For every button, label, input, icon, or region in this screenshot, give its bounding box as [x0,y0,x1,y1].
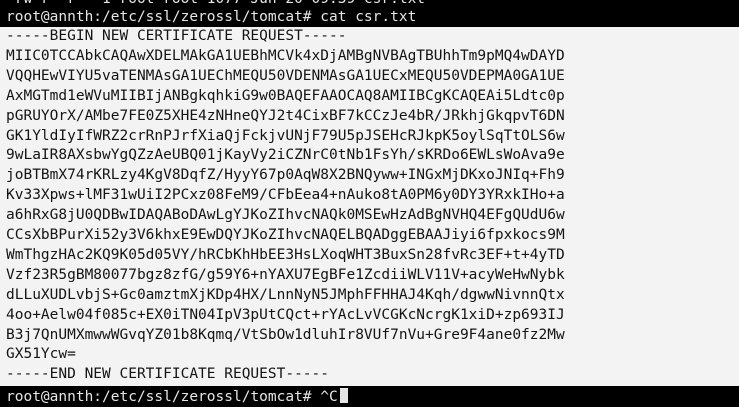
csr-line: WmThgzHAc2KQ9K05d05VY/hRCbKhHbEE3HsLXoqW… [6,246,565,263]
csr-line: dLLuXUDLvbjS+Gc0amztmXjKDp4HX/LnnNyN5JMp… [6,286,565,303]
csr-line: CCsXbBPurXi52y3V6khxE9EwDQYJKoZIhvcNAQEL… [6,227,565,243]
csr-line: -----BEGIN NEW CERTIFICATE REQUEST----- [6,28,347,44]
csr-line: Kv33Xpws+lMF31wUiI2PCxz08FeM9/CFbEea4+nA… [6,187,565,204]
text-cursor [339,388,348,403]
csr-line: VQQHEwVIYU5vaTENMAsGA1UEChMEQU50VDENMAsG… [6,67,565,84]
prompt-text: root@annth:/etc/ssl/zerossl/tomcat# ^C [6,389,338,405]
csr-line: 9wLaIR8AXsbwYgQZzAeUBQ01jKayVy2iCZNrC0tN… [6,147,565,164]
terminal-window[interactable]: -rw-r--r-- 1 root root 1077 Jun 20 09:39… [0,0,739,407]
csr-line: GK1YldIyIfWRZ2crRnPJrfXiaQjFckjvUNjF79U5… [6,127,565,144]
command-prompt-line-current[interactable]: root@annth:/etc/ssl/zerossl/tomcat# ^C [6,388,348,407]
csr-line: a6hRxG8jU0QDBwIDAQABoDAwLgYJKoZIhvcNAQk0… [6,207,565,224]
csr-line: -----END NEW CERTIFICATE REQUEST----- [6,366,330,383]
csr-line: 4oo+Aelw04f085c+EX0iTN04IpV3pUtCQct+rYAc… [6,306,565,323]
csr-line: joBTBmX74rKRLzy4KgV8DqfZ/HyyY67p0AqW8X2B… [6,167,565,184]
csr-line: MIIC0TCCAbkCAQAwXDELMAkGA1UEBhMCVk4xDjAM… [6,47,565,64]
csr-line: AxMGTmd1eWVuMIIBIjANBgkqhkiG9w0BAQEFAAOC… [6,87,565,104]
csr-line: B3j7QnUMXmwwWGvqYZ01b8Kqmq/VtSbOw1dluhIr… [6,326,565,343]
csr-line: Vzf23R5gBM80077bgz8zfG/g59Y6+nYAXU7EgBFe… [6,266,565,283]
csr-line: pGRUYOrX/AMbe7FE0Z5XHE4zNHneQYJ2t4CixBF7… [6,107,565,124]
command-prompt-line: root@annth:/etc/ssl/zerossl/tomcat# cat … [6,9,417,25]
csr-line: GX51Ycw= [6,346,76,363]
